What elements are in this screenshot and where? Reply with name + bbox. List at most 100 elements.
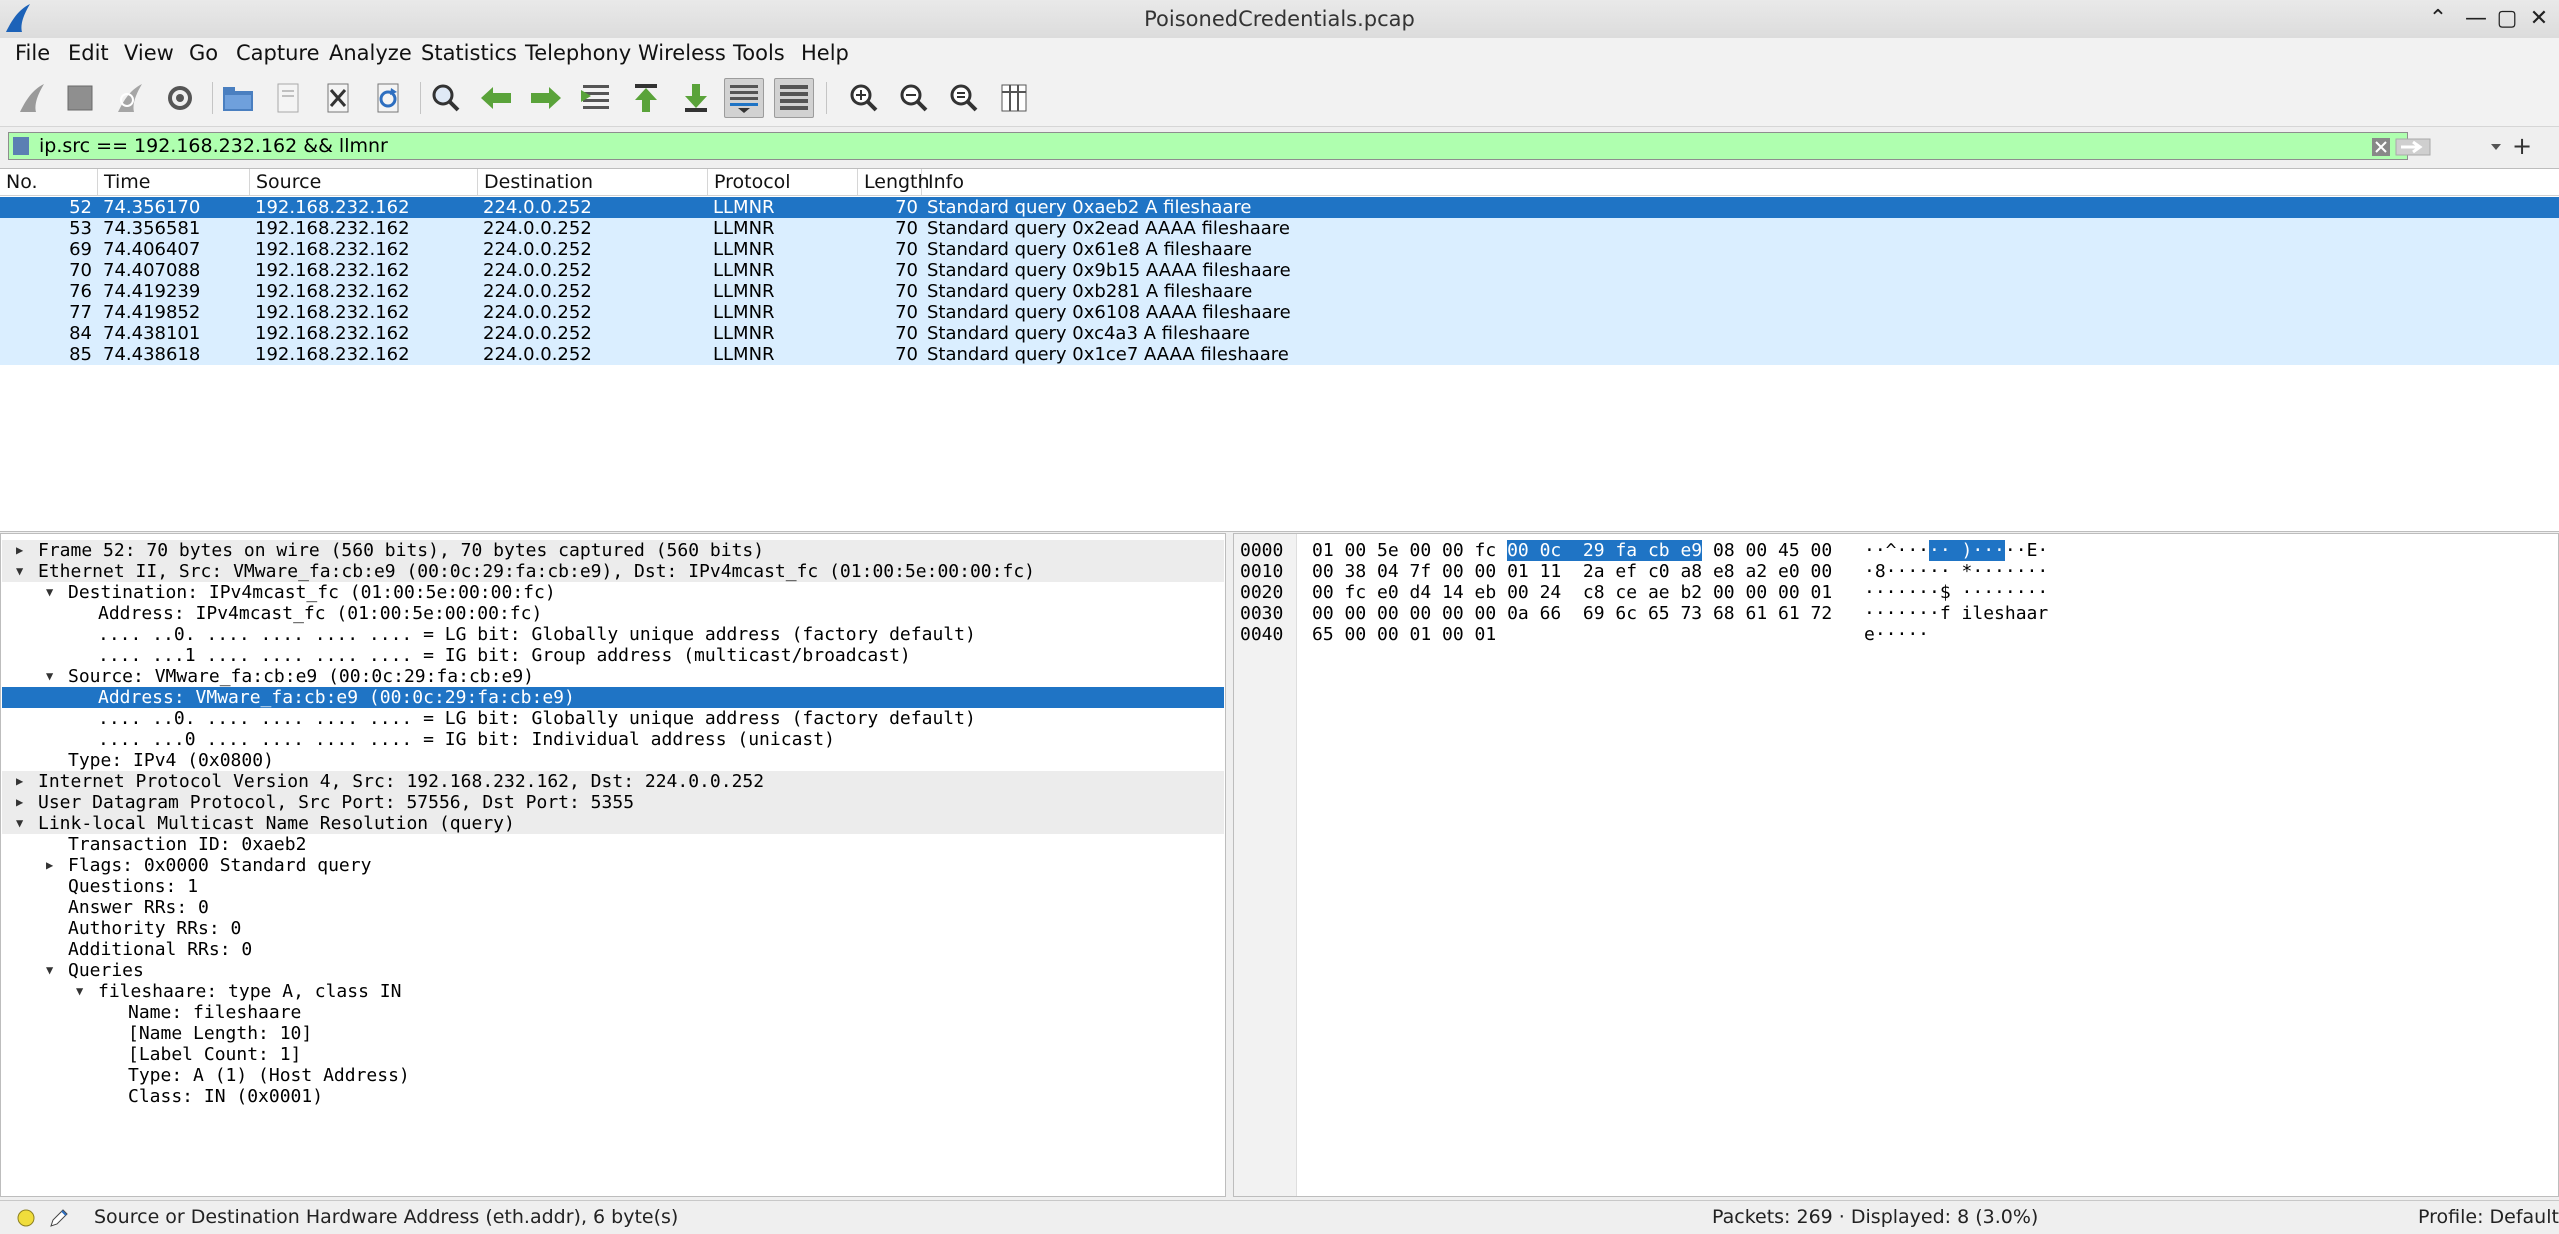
collapsed-triangle-icon[interactable]: ▶	[16, 540, 23, 561]
packet-row[interactable]: 69 74.406407 192.168.232.162 224.0.0.252 LLM…	[0, 239, 2559, 260]
shark-fin-start-icon[interactable]	[12, 78, 52, 118]
window-close-button[interactable]: ✕	[2524, 4, 2554, 34]
menu-wireless[interactable]: Wireless	[638, 38, 726, 68]
detail-row[interactable]: ▼ Source: VMware_fa:cb:e9 (00:0c:29:fa:cb…	[2, 666, 1224, 687]
detail-row[interactable]: .... ..0. .... .... .... .... = LG bit: …	[2, 708, 1224, 729]
detail-row[interactable]: [Label Count: 1]	[2, 1044, 1224, 1065]
detail-row[interactable]: Address: VMware_fa:cb:e9 (00:0c:29:fa:cb…	[2, 687, 1224, 708]
clear-filter-icon[interactable]	[2371, 137, 2391, 157]
detail-row[interactable]: ▶ Internet Protocol Version 4, Src: 192.1…	[2, 771, 1224, 792]
ascii-line[interactable]: ·······f ileshaar	[1864, 603, 2048, 624]
detail-row[interactable]: ▼ Queries	[2, 960, 1224, 981]
column-header-source[interactable]: Source	[250, 169, 478, 195]
zoom-in-icon[interactable]	[844, 78, 884, 118]
hex-line[interactable]: 65 00 00 01 00 01	[1312, 624, 1496, 645]
apply-filter-arrow-icon[interactable]	[2395, 137, 2431, 157]
hex-line[interactable]: 00 38 04 7f 00 00 01 11 2a ef c0 a8 e8 a…	[1312, 561, 1832, 582]
collapsed-triangle-icon[interactable]: ▶	[16, 792, 23, 813]
detail-row[interactable]: Transaction ID: 0xaeb2	[2, 834, 1224, 855]
add-filter-button[interactable]: +	[2512, 127, 2532, 165]
expert-info-indicator-icon[interactable]	[16, 1208, 36, 1228]
profile-text[interactable]: Profile: Default	[2418, 1201, 2559, 1234]
collapsed-triangle-icon[interactable]: ▶	[16, 771, 23, 792]
detail-row[interactable]: Class: IN (0x0001)	[2, 1086, 1224, 1107]
menu-view[interactable]: View	[124, 38, 174, 68]
detail-row[interactable]: .... ...1 .... .... .... .... = IG bit: …	[2, 645, 1224, 666]
column-header-length[interactable]: Length	[858, 169, 930, 195]
detail-row[interactable]: Address: IPv4mcast_fc (01:00:5e:00:00:fc…	[2, 603, 1224, 624]
zoom-out-icon[interactable]	[894, 78, 934, 118]
menu-capture[interactable]: Capture	[236, 38, 320, 68]
expanded-triangle-icon[interactable]: ▼	[16, 813, 23, 834]
detail-row[interactable]: [Name Length: 10]	[2, 1023, 1224, 1044]
detail-row[interactable]: .... ..0. .... .... .... .... = LG bit: …	[2, 624, 1224, 645]
detail-row[interactable]: .... ...0 .... .... .... .... = IG bit: …	[2, 729, 1224, 750]
detail-row[interactable]: ▼ Link-local Multicast Name Resolution (q…	[2, 813, 1224, 834]
menu-analyze[interactable]: Analyze	[329, 38, 412, 68]
detail-row[interactable]: Questions: 1	[2, 876, 1224, 897]
edit-comment-icon[interactable]	[48, 1207, 70, 1229]
ascii-line[interactable]: ·8······ *·······	[1864, 561, 2048, 582]
colorize-icon[interactable]	[774, 78, 814, 118]
first-packet-icon[interactable]	[626, 78, 666, 118]
filter-bookmark-icon[interactable]	[13, 137, 29, 155]
close-file-icon[interactable]	[318, 78, 358, 118]
recent-filters-chevron-icon[interactable]	[2489, 141, 2503, 153]
detail-row[interactable]: ▶ Flags: 0x0000 Standard query	[2, 855, 1224, 876]
window-minimize-button[interactable]: —	[2461, 4, 2491, 34]
packet-row[interactable]: 70 74.407088 192.168.232.162 224.0.0.252 LLM…	[0, 260, 2559, 281]
find-magnifier-icon[interactable]	[426, 78, 466, 118]
resize-columns-icon[interactable]	[994, 78, 1034, 118]
capture-options-gear-icon[interactable]	[160, 78, 200, 118]
ascii-line[interactable]: ·······$ ········	[1864, 582, 2048, 603]
expanded-triangle-icon[interactable]: ▼	[76, 981, 83, 1002]
menu-edit[interactable]: Edit	[68, 38, 109, 68]
detail-row[interactable]: Type: IPv4 (0x0800)	[2, 750, 1224, 771]
menu-tools[interactable]: Tools	[733, 38, 785, 68]
detail-row[interactable]: Additional RRs: 0	[2, 939, 1224, 960]
go-back-arrow-icon[interactable]	[476, 78, 516, 118]
menu-help[interactable]: Help	[801, 38, 849, 68]
detail-row[interactable]: Authority RRs: 0	[2, 918, 1224, 939]
packet-row[interactable]: 53 74.356581 192.168.232.162 224.0.0.252 LLM…	[0, 218, 2559, 239]
expanded-triangle-icon[interactable]: ▼	[46, 666, 53, 687]
detail-row[interactable]: ▶ User Datagram Protocol, Src Port: 57556…	[2, 792, 1224, 813]
column-header-no[interactable]: No.	[0, 169, 98, 195]
detail-row[interactable]: ▶ Frame 52: 70 bytes on wire (560 bits), …	[2, 540, 1224, 561]
detail-row[interactable]: ▼ fileshaare: type A, class IN	[2, 981, 1224, 1002]
expanded-triangle-icon[interactable]: ▼	[16, 561, 23, 582]
restart-fin-icon[interactable]	[110, 78, 150, 118]
packet-row[interactable]: 52 74.356170 192.168.232.162 224.0.0.252 LLM…	[0, 197, 2559, 218]
window-shade-button[interactable]: ⌃	[2423, 4, 2453, 34]
detail-row[interactable]: ▼ Ethernet II, Src: VMware_fa:cb:e9 (00:0…	[2, 561, 1224, 582]
window-maximize-button[interactable]: ▢	[2492, 4, 2522, 34]
expanded-triangle-icon[interactable]: ▼	[46, 582, 53, 603]
go-to-packet-icon[interactable]	[576, 78, 616, 118]
column-header-protocol[interactable]: Protocol	[708, 169, 858, 195]
hex-line[interactable]: 01 00 5e 00 00 fc 00 0c 29 fa cb e9 08 0…	[1312, 540, 1832, 561]
autoscroll-icon[interactable]	[724, 78, 764, 118]
hex-line[interactable]: 00 fc e0 d4 14 eb 00 24 c8 ce ae b2 00 0…	[1312, 582, 1832, 603]
last-packet-icon[interactable]	[676, 78, 716, 118]
packet-row[interactable]: 76 74.419239 192.168.232.162 224.0.0.252 LLM…	[0, 281, 2559, 302]
column-header-destination[interactable]: Destination	[478, 169, 708, 195]
reload-icon[interactable]	[368, 78, 408, 118]
detail-row[interactable]: Type: A (1) (Host Address)	[2, 1065, 1224, 1086]
detail-row[interactable]: Name: fileshaare	[2, 1002, 1224, 1023]
collapsed-triangle-icon[interactable]: ▶	[46, 855, 53, 876]
stop-square-icon[interactable]	[60, 78, 100, 118]
column-header-time[interactable]: Time	[98, 169, 250, 195]
packet-row[interactable]: 85 74.438618 192.168.232.162 224.0.0.252 LLM…	[0, 344, 2559, 365]
menu-telephony[interactable]: Telephony	[525, 38, 631, 68]
expanded-triangle-icon[interactable]: ▼	[46, 960, 53, 981]
normal-size-icon[interactable]	[944, 78, 984, 118]
detail-row[interactable]: Answer RRs: 0	[2, 897, 1224, 918]
packet-row[interactable]: 77 74.419852 192.168.232.162 224.0.0.252 LLM…	[0, 302, 2559, 323]
open-folder-icon[interactable]	[218, 78, 258, 118]
menu-statistics[interactable]: Statistics	[421, 38, 517, 68]
ascii-line[interactable]: ··^····· )·····E·	[1864, 540, 2048, 561]
go-forward-arrow-icon[interactable]	[526, 78, 566, 118]
display-filter-input[interactable]: ip.src == 192.168.232.162 && llmnr	[8, 132, 2501, 160]
column-header-info[interactable]: Info	[922, 169, 2559, 195]
packet-row[interactable]: 84 74.438101 192.168.232.162 224.0.0.252 LLM…	[0, 323, 2559, 344]
